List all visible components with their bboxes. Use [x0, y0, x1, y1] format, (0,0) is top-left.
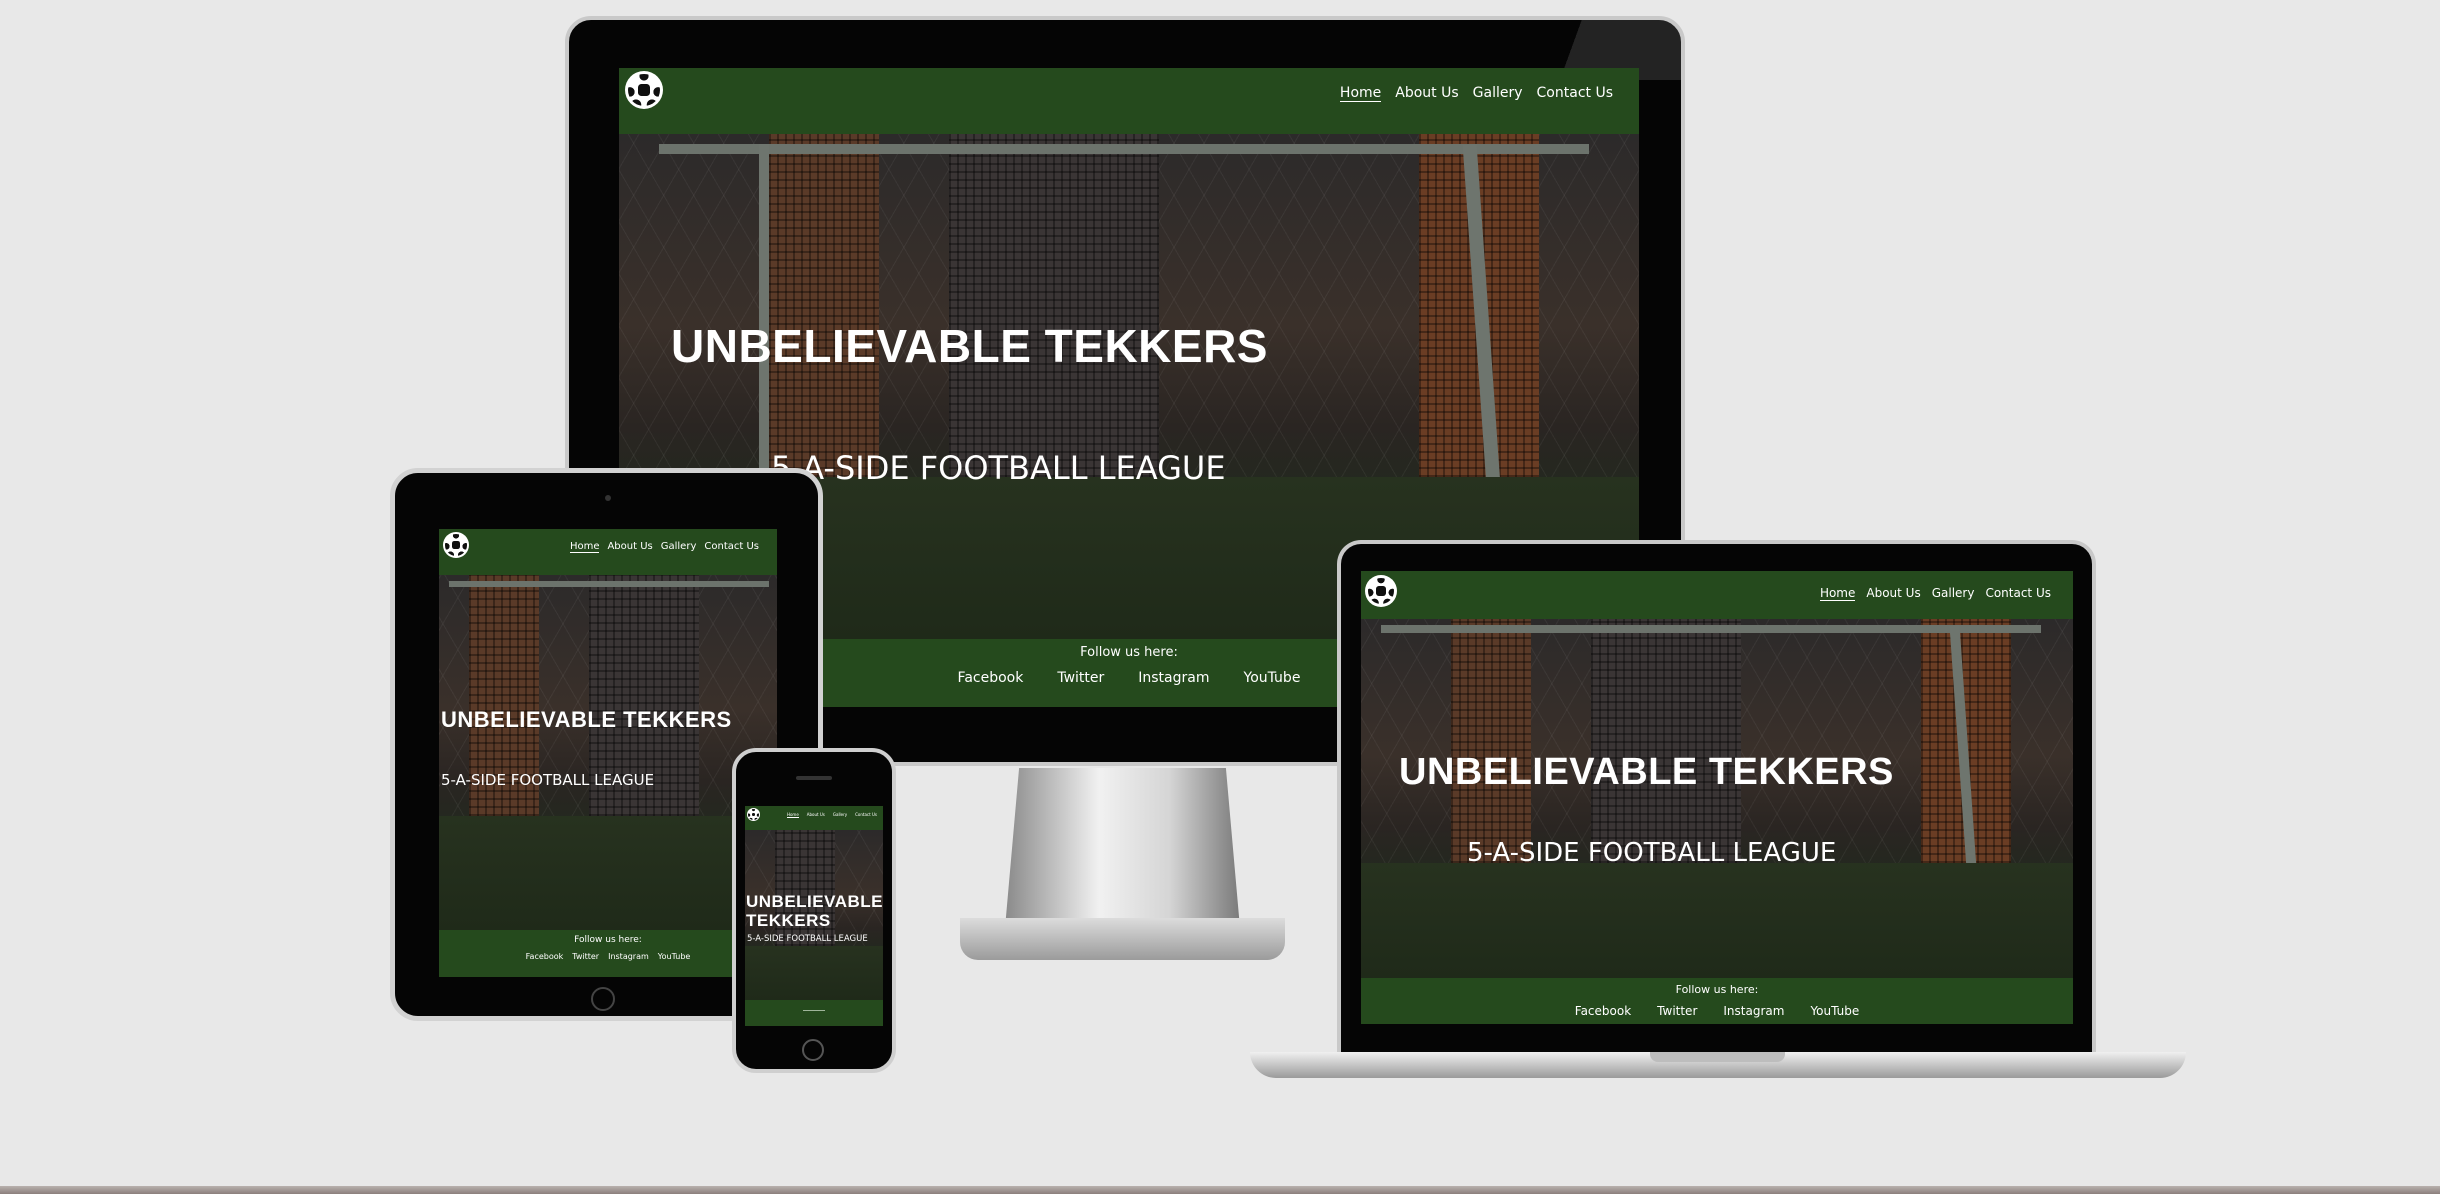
monitor-stand-base: [960, 918, 1285, 960]
hero-subtitle: 5-A-SIDE FOOTBALL LEAGUE: [441, 771, 655, 789]
soccer-ball-icon[interactable]: [443, 532, 469, 558]
social-instagram[interactable]: Instagram: [608, 952, 649, 961]
social-facebook[interactable]: Facebook: [958, 670, 1024, 686]
social-facebook[interactable]: Facebook: [1575, 1004, 1631, 1018]
footer: Follow us here: Facebook Twitter Instagr…: [1361, 978, 2073, 1024]
pitch: [745, 945, 883, 1000]
tablet-home-button: [591, 987, 615, 1011]
building: [769, 134, 879, 478]
monitor-stand: [1005, 768, 1240, 928]
nav-gallery[interactable]: Gallery: [661, 541, 697, 553]
social-youtube[interactable]: YouTube: [1244, 670, 1301, 686]
nav-about[interactable]: About Us: [1866, 586, 1920, 601]
nav-gallery[interactable]: Gallery: [1932, 586, 1975, 601]
phone-speaker: [796, 776, 832, 780]
laptop-notch: [1650, 1052, 1785, 1062]
pitch: [439, 816, 777, 930]
phone-home-button: [802, 1039, 824, 1061]
hero-subtitle: 5-A-SIDE FOOTBALL LEAGUE: [747, 934, 868, 944]
navbar: Home About Us Gallery Contact Us: [1361, 571, 2073, 619]
goal-crossbar: [659, 144, 1589, 154]
phone-frame: Home About Us Gallery Contact Us UNBELIE…: [732, 748, 896, 1073]
nav-about[interactable]: About Us: [607, 541, 652, 553]
social-links: Facebook Twitter Instagram YouTube: [439, 952, 777, 961]
navbar: Home About Us Gallery Contact Us: [439, 529, 777, 575]
pitch: [1361, 863, 2073, 978]
soccer-ball-icon[interactable]: [747, 808, 760, 821]
nav-links: Home About Us Gallery Contact Us: [569, 541, 759, 553]
nav-links: Home About Us Gallery Contact Us: [1819, 586, 2051, 601]
hero-title: UNBELIEVABLE TEKKERS: [671, 320, 1268, 372]
footer-heading: Follow us here:: [1675, 983, 1759, 996]
nav-home[interactable]: Home: [1819, 586, 1856, 601]
goal-crossbar: [449, 581, 769, 587]
social-facebook[interactable]: Facebook: [526, 952, 564, 961]
hero-title: UNBELIEVABLE TEKKERS: [1399, 751, 1894, 793]
nav-about[interactable]: About Us: [807, 812, 825, 818]
laptop-frame: Home About Us Gallery Contact Us UNBELIE…: [1337, 540, 2096, 1052]
social-links: Facebook Twitter Instagram YouTube: [1361, 1004, 2073, 1018]
nav-links: Home About Us Gallery Contact Us: [786, 812, 877, 818]
nav-contact[interactable]: Contact Us: [1537, 85, 1613, 102]
goal-crossbar: [1381, 625, 2041, 633]
hero-image: UNBELIEVABLE TEKKERS 5-A-SIDE FOOTBALL L…: [745, 830, 883, 1000]
social-instagram[interactable]: Instagram: [1138, 670, 1209, 686]
social-instagram[interactable]: Instagram: [1723, 1004, 1784, 1018]
tablet-camera: [605, 495, 611, 501]
nav-home[interactable]: Home: [1339, 85, 1382, 102]
building: [949, 134, 1159, 478]
soccer-ball-icon[interactable]: [625, 71, 663, 109]
tablet-site: Home About Us Gallery Contact Us UNBELIE…: [439, 529, 777, 977]
footer: [745, 1000, 883, 1026]
hero-subtitle: 5-A-SIDE FOOTBALL LEAGUE: [1467, 838, 1837, 868]
laptop-site: Home About Us Gallery Contact Us UNBELIE…: [1361, 571, 2073, 1024]
nav-about[interactable]: About Us: [1395, 85, 1458, 102]
social-twitter[interactable]: Twitter: [1657, 1004, 1697, 1018]
nav-contact[interactable]: Contact Us: [1985, 586, 2051, 601]
nav-gallery[interactable]: Gallery: [833, 812, 847, 818]
nav-links: Home About Us Gallery Contact Us: [1339, 85, 1613, 102]
soccer-ball-icon[interactable]: [1365, 575, 1397, 607]
hero-title-line: TEKKERS: [746, 911, 831, 930]
phone-site: Home About Us Gallery Contact Us UNBELIE…: [745, 806, 883, 1026]
hero-title: UNBELIEVABLE TEKKERS: [441, 707, 732, 732]
nav-home[interactable]: Home: [569, 541, 600, 553]
footer-heading: Follow us here:: [574, 935, 642, 945]
hero-title: UNBELIEVABLE TEKKERS: [746, 892, 883, 930]
nav-gallery[interactable]: Gallery: [1473, 85, 1523, 102]
social-youtube[interactable]: YouTube: [1810, 1004, 1859, 1018]
hero-subtitle: 5-A-SIDE FOOTBALL LEAGUE: [771, 449, 1226, 487]
building: [1451, 619, 1531, 864]
footer: Follow us here: Facebook Twitter Instagr…: [439, 930, 777, 977]
building: [1591, 619, 1741, 864]
navbar: Home About Us Gallery Contact Us: [619, 68, 1639, 134]
footer-divider: [803, 1010, 825, 1011]
hero-image: UNBELIEVABLE TEKKERS 5-A-SIDE FOOTBALL L…: [439, 575, 777, 930]
hero-image: UNBELIEVABLE TEKKERS 5-A-SIDE FOOTBALL L…: [1361, 619, 2073, 978]
social-twitter[interactable]: Twitter: [1057, 670, 1104, 686]
nav-home[interactable]: Home: [786, 812, 799, 818]
hero-title-line: UNBELIEVABLE: [746, 892, 883, 911]
nav-contact[interactable]: Contact Us: [855, 812, 877, 818]
bottom-strip: [0, 1186, 2440, 1194]
navbar: Home About Us Gallery Contact Us: [745, 806, 883, 830]
nav-contact[interactable]: Contact Us: [704, 541, 759, 553]
social-twitter[interactable]: Twitter: [572, 952, 599, 961]
social-youtube[interactable]: YouTube: [658, 952, 691, 961]
